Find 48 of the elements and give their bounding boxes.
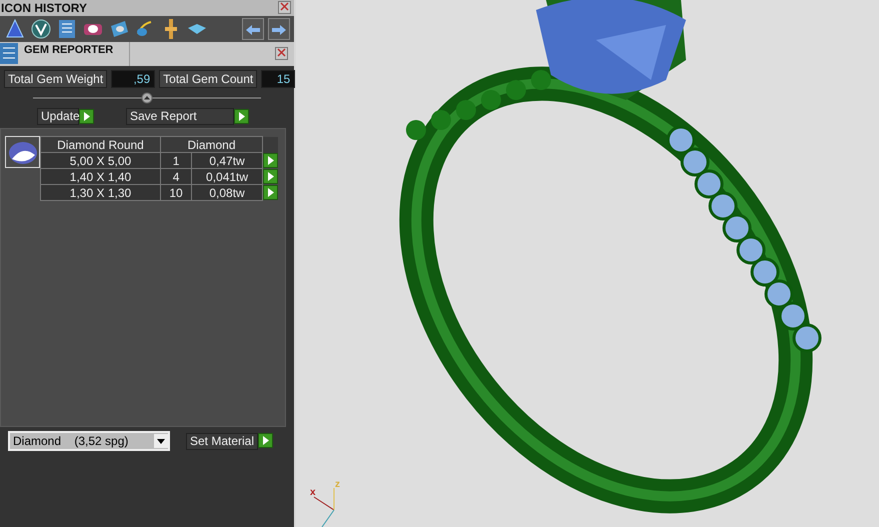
left-arrow-icon[interactable] (246, 24, 260, 35)
tile-icon[interactable] (108, 18, 130, 40)
axis-indicator-drawing (314, 488, 334, 527)
panel-title: GEM REPORTER (18, 42, 130, 66)
axis-label: x (310, 488, 316, 498)
play-icon[interactable] (83, 112, 90, 121)
table-cell: 0,08tw (192, 184, 262, 200)
gem-thumbnail-icon (5, 136, 40, 168)
play-button[interactable] (263, 185, 278, 200)
right-arrow-button[interactable] (268, 18, 290, 40)
stat-label: Total Gem Count (159, 70, 258, 88)
action-button[interactable]: Save Report (126, 108, 234, 125)
column-header: Diamond Round (40, 136, 160, 152)
right-arrow-icon[interactable] (272, 24, 286, 35)
report-icon (0, 42, 18, 64)
column-header: Diamond (160, 136, 262, 152)
table-cell: 1,30 X 1,30 (40, 184, 160, 200)
material-dropdown[interactable]: Diamond (3,52 spg) (8, 431, 170, 451)
stat-value: ,59 (111, 70, 156, 88)
set-material-button[interactable]: Set Material (186, 432, 258, 450)
play-button[interactable] (79, 109, 94, 124)
close-icon[interactable] (280, 2, 289, 12)
close-button[interactable] (278, 1, 291, 14)
table-cell: 4 (160, 168, 192, 184)
report-icon[interactable] (56, 18, 78, 40)
close-icon[interactable] (277, 48, 286, 58)
panel-title: ICON HISTORY (1, 0, 88, 16)
table-cell: 5,00 X 5,00 (40, 152, 160, 168)
axis-label: z (335, 480, 340, 490)
stat-label: Total Gem Weight (4, 70, 108, 88)
table-cell: 1,40 X 1,40 (40, 168, 160, 184)
table-cell: 10 (160, 184, 192, 200)
play-icon[interactable] (238, 112, 245, 121)
stat-value: 15 (261, 70, 296, 88)
close-button[interactable] (275, 47, 288, 60)
play-button[interactable] (234, 109, 249, 124)
table-cell: 1 (160, 152, 192, 168)
splitter-handle[interactable] (33, 92, 261, 104)
play-button[interactable] (263, 169, 278, 184)
play-button[interactable] (258, 432, 274, 448)
left-arrow-button[interactable] (242, 18, 264, 40)
table-cell: 0,47tw (192, 152, 262, 168)
table-cell: 0,041tw (192, 168, 262, 184)
pyramid-icon[interactable] (4, 18, 26, 40)
action-button[interactable]: Update (37, 108, 79, 125)
play-button[interactable] (263, 153, 278, 168)
circle-icon[interactable] (30, 18, 52, 40)
play-icon[interactable] (262, 436, 270, 444)
